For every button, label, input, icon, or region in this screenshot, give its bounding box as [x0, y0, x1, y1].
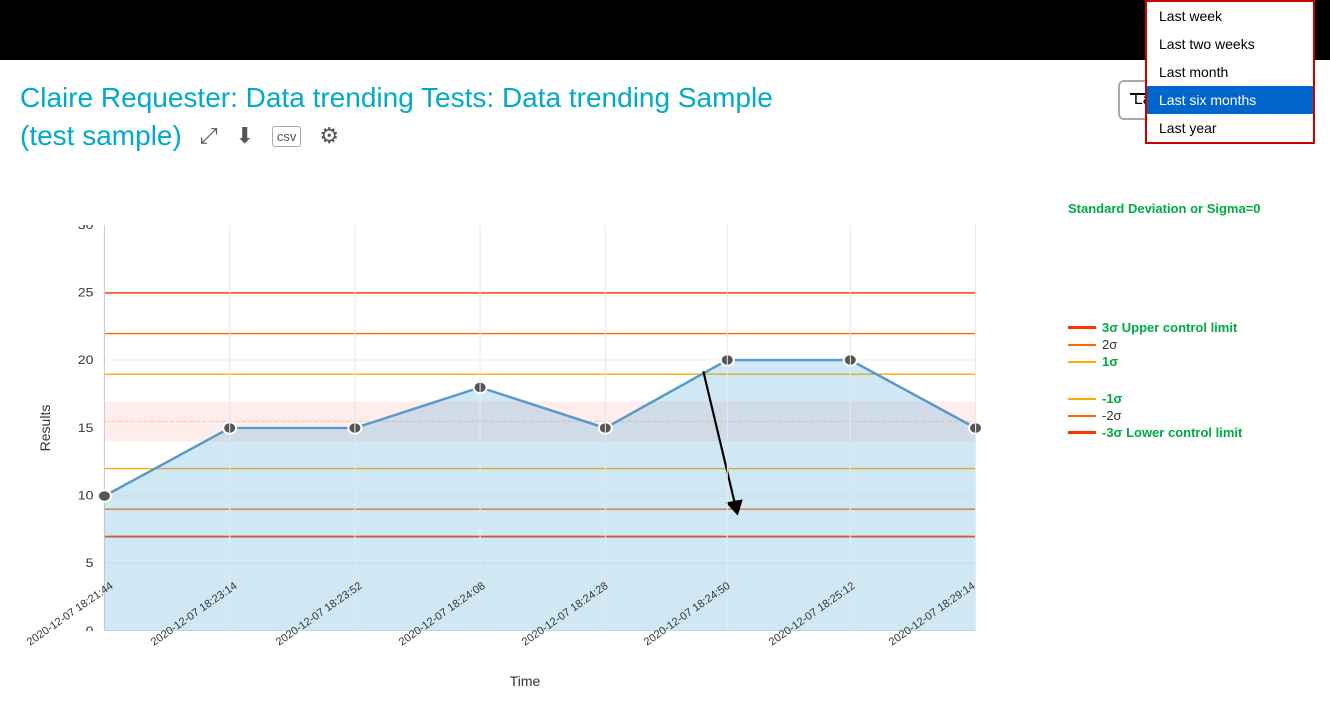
- dropdown-item-last-six-months[interactable]: Last six months: [1147, 86, 1313, 114]
- dropdown-item-last-year[interactable]: Last year: [1147, 114, 1313, 142]
- settings-icon[interactable]: ⚙: [319, 123, 339, 149]
- csv-icon[interactable]: csv: [272, 126, 302, 147]
- toolbar: ⤢ ⬇ csv ⚙: [200, 123, 339, 149]
- chart-area: Results: [20, 225, 1030, 691]
- svg-text:5: 5: [86, 556, 94, 570]
- annotation-text: Standard Deviation or Sigma=0: [1068, 200, 1325, 218]
- dropdown-item-last-month[interactable]: Last month: [1147, 58, 1313, 86]
- chart-svg: 0 5 10 15 20 25 30: [50, 225, 1030, 631]
- page-title: Claire Requester: Data trending Tests: D…: [20, 80, 1050, 152]
- legend-neg1sigma: -1σ: [1068, 391, 1325, 406]
- dropdown-item-last-two-weeks[interactable]: Last two weeks: [1147, 30, 1313, 58]
- svg-text:30: 30: [78, 225, 94, 232]
- svg-text:25: 25: [78, 286, 94, 300]
- expand-icon[interactable]: ⤢: [200, 123, 218, 149]
- download-icon[interactable]: ⬇: [235, 123, 253, 149]
- legend-2sigma: 2σ: [1068, 337, 1325, 352]
- title-line2: (test sample) ⤢ ⬇ csv ⚙: [20, 120, 1050, 152]
- dropdown-popup: Last week Last two weeks Last month Last…: [1145, 0, 1315, 144]
- x-axis-labels: 2020-12-07 18:21:44 2020-12-07 18:23:14 …: [50, 621, 1030, 676]
- legend-1sigma: 1σ: [1068, 354, 1325, 369]
- svg-text:15: 15: [78, 421, 94, 435]
- legend-items: 3σ Upper control limit 2σ 1σ -1σ -2σ -3σ…: [1068, 320, 1325, 442]
- legend-panel: Standard Deviation or Sigma=0 3σ Upper c…: [1060, 60, 1330, 721]
- legend-ucl: 3σ Upper control limit: [1068, 320, 1325, 335]
- legend-neg2sigma: -2σ: [1068, 408, 1325, 423]
- dropdown-item-last-week[interactable]: Last week: [1147, 2, 1313, 30]
- svg-text:20: 20: [78, 353, 94, 367]
- legend-lcl: -3σ Lower control limit: [1068, 425, 1325, 440]
- x-axis-label: Time: [20, 673, 1030, 691]
- title-line1: Claire Requester: Data trending Tests: D…: [20, 80, 1050, 116]
- svg-text:10: 10: [78, 489, 94, 503]
- main-content: Claire Requester: Data trending Tests: D…: [0, 60, 1060, 721]
